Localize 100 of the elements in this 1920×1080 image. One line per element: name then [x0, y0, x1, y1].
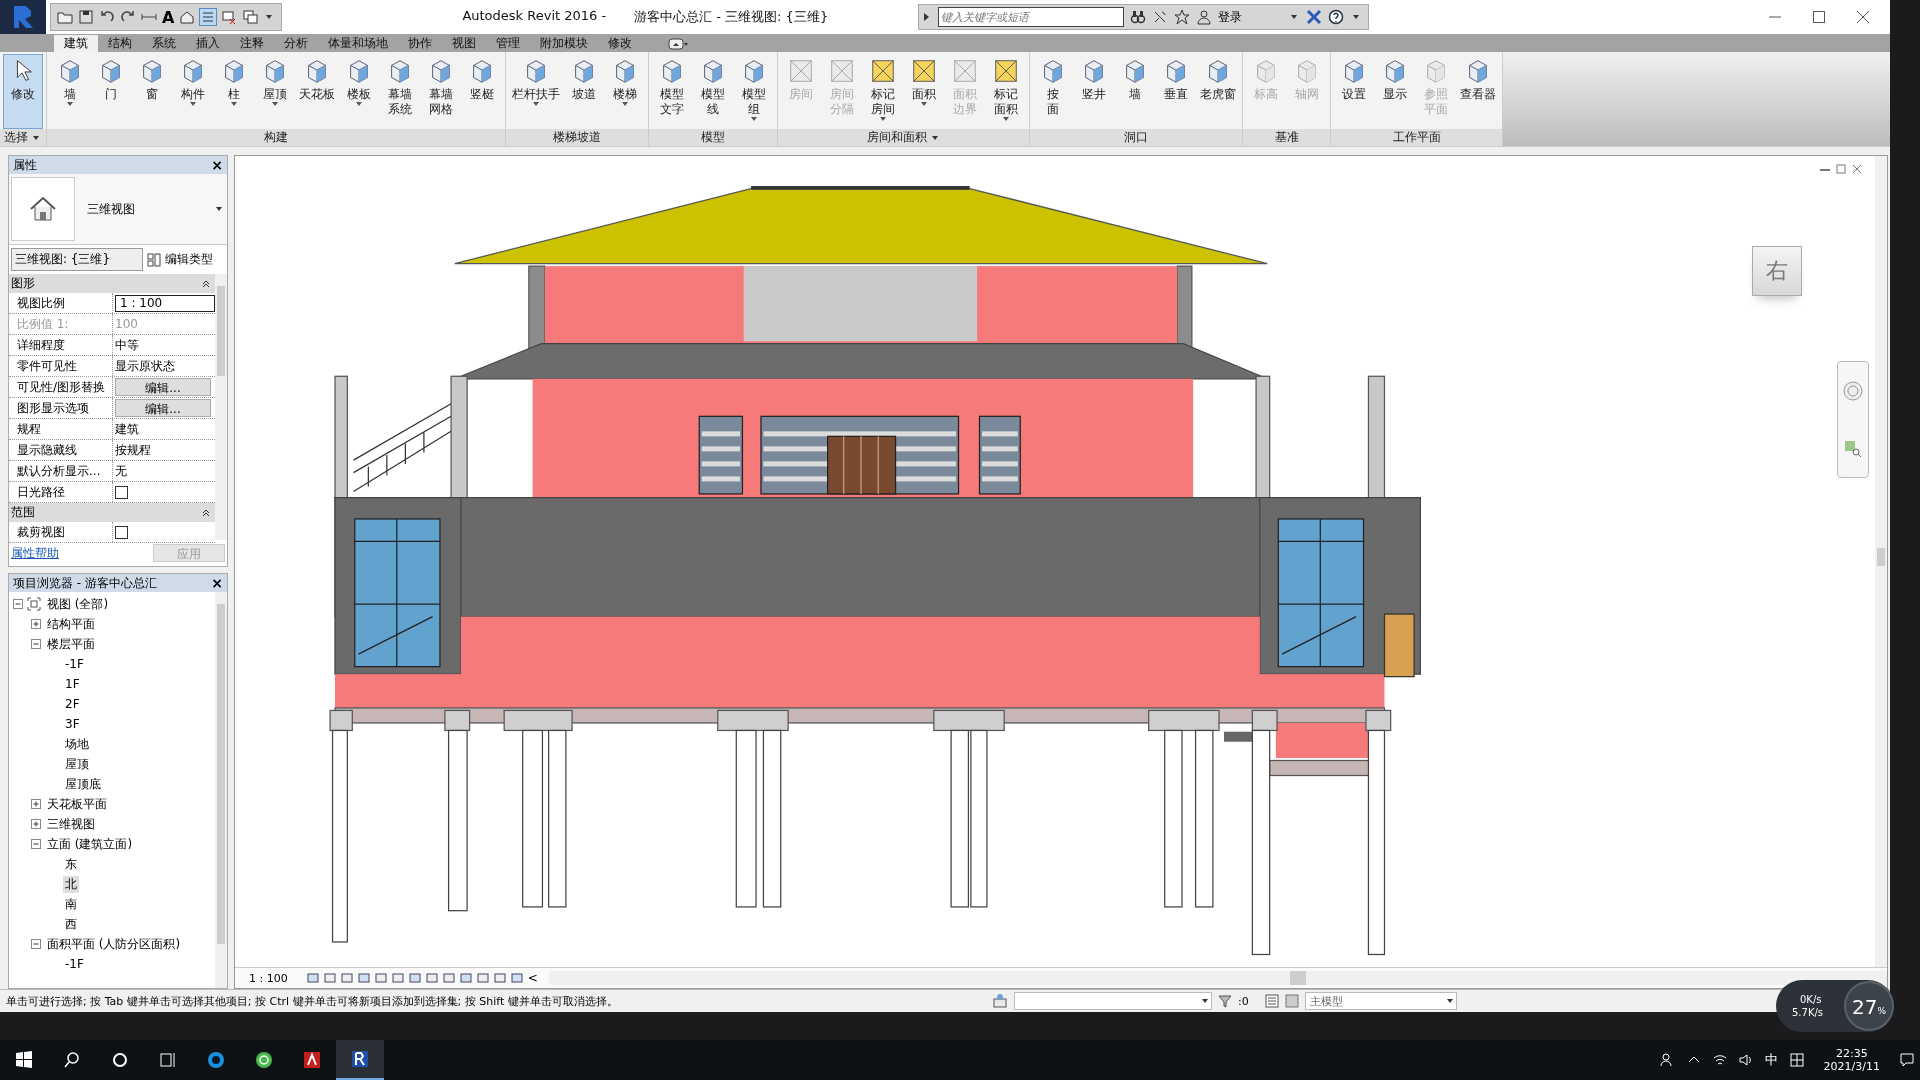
collapse-arrow[interactable]: <	[527, 971, 538, 985]
notification-icon[interactable]	[1899, 1052, 1915, 1068]
view-control-icon[interactable]	[323, 972, 336, 984]
ribbon-toggle-icon[interactable]	[666, 38, 690, 50]
exchange-icon[interactable]	[1306, 9, 1323, 25]
collapse-icon[interactable]	[201, 278, 211, 289]
ribbon-tool-button[interactable]: 门	[91, 54, 131, 129]
tree-item[interactable]: -1F	[63, 957, 86, 971]
ribbon-tab[interactable]: 系统	[142, 35, 186, 52]
view-control-icon[interactable]	[425, 972, 438, 984]
redo-icon[interactable]	[120, 9, 136, 25]
ribbon-tool-button[interactable]: 窗	[132, 54, 172, 129]
tree-item[interactable]: 场地	[63, 735, 91, 753]
folder-icon[interactable]	[57, 9, 73, 25]
type-selector[interactable]: 三维视图	[9, 174, 227, 245]
view-control-icon[interactable]	[493, 972, 506, 984]
zoom-icon[interactable]	[1843, 438, 1863, 459]
view-control-icon[interactable]	[510, 972, 523, 984]
task-view-icon[interactable]	[158, 1050, 178, 1070]
ribbon-tab[interactable]: 管理	[486, 35, 530, 52]
tree-item[interactable]: 屋顶	[63, 755, 91, 773]
tree-item[interactable]: 1F	[63, 677, 82, 691]
model-dropdown[interactable]: 主模型	[1304, 992, 1457, 1010]
filter-icon[interactable]	[1218, 994, 1232, 1008]
user-icon[interactable]	[1196, 9, 1213, 25]
ribbon-tool-button[interactable]: 修改	[3, 54, 43, 129]
expand-toggle[interactable]	[31, 799, 41, 809]
save-icon[interactable]	[78, 9, 94, 25]
maximize-icon[interactable]	[1812, 10, 1826, 24]
edit-type-button[interactable]: 编辑类型	[147, 251, 213, 268]
star-icon[interactable]	[1174, 9, 1191, 25]
ribbon-tool-button[interactable]: 标记 房间	[863, 54, 903, 129]
close-icon[interactable]	[1856, 10, 1870, 24]
expand-toggle[interactable]	[31, 839, 41, 849]
expand-toggle[interactable]	[31, 939, 41, 949]
help-link[interactable]: 属性帮助	[11, 544, 59, 562]
scrollbar[interactable]	[1875, 156, 1887, 967]
tree-item[interactable]: 面积平面 (人防分区面积)	[45, 935, 183, 953]
windows-logo-icon[interactable]	[14, 1050, 34, 1070]
caret-icon[interactable]	[266, 15, 273, 19]
caret-icon[interactable]	[33, 135, 39, 140]
ribbon-tab[interactable]: 结构	[98, 35, 142, 52]
close-button[interactable]: ×	[211, 157, 223, 173]
tree-item[interactable]: 3F	[63, 717, 82, 731]
ribbon-tool-button[interactable]: 墙	[1115, 54, 1155, 129]
ribbon-tool-button[interactable]: 老虎窗	[1197, 54, 1239, 129]
ribbon-tab[interactable]: 附加模块	[530, 35, 598, 52]
switch-windows-icon[interactable]	[242, 9, 259, 25]
browser-icon[interactable]	[206, 1050, 226, 1070]
tree-item[interactable]: 结构平面	[45, 615, 97, 633]
ribbon-tab[interactable]: 注释	[230, 35, 274, 52]
view-control-icon[interactable]	[459, 972, 472, 984]
taskbar-app-button[interactable]	[336, 1040, 384, 1080]
ring-app-icon[interactable]	[254, 1050, 274, 1070]
ribbon-tool-button[interactable]: 面积	[904, 54, 944, 129]
tree-item[interactable]: 三维视图	[45, 815, 97, 833]
ribbon-tab[interactable]: 视图	[442, 35, 486, 52]
scrollbar[interactable]	[215, 592, 227, 988]
ribbon-tool-button[interactable]: 竖梃	[462, 54, 502, 129]
ribbon-tool-button[interactable]: 模型 线	[693, 54, 733, 129]
ribbon-tab[interactable]: 协作	[398, 35, 442, 52]
login-link[interactable]: 登录	[1218, 8, 1243, 26]
view-cube[interactable]: 右	[1752, 246, 1802, 296]
caret-icon[interactable]	[1353, 15, 1360, 19]
view-control-icon[interactable]	[391, 972, 404, 984]
ribbon-tool-button[interactable]: 设置	[1334, 54, 1374, 129]
ribbon-tool-button[interactable]: 坡道	[564, 54, 604, 129]
tree-item[interactable]: -1F	[63, 657, 86, 671]
search-field[interactable]: 键入关键字或短语	[938, 7, 1125, 27]
scale-label[interactable]: 1 : 100	[249, 971, 288, 985]
search-icon[interactable]	[62, 1050, 82, 1070]
view-control-icon[interactable]	[408, 972, 421, 984]
instance-dropdown[interactable]: 三维视图: {三维}	[11, 248, 143, 271]
keyboard-grid-icon[interactable]	[1788, 1052, 1805, 1068]
clock[interactable]: 22:35 2021/3/11	[1823, 1047, 1880, 1073]
windows-icon[interactable]	[221, 9, 238, 25]
restore-icon[interactable]	[1835, 164, 1847, 174]
edit-button[interactable]: 编辑...	[115, 399, 211, 417]
ribbon-tool-button[interactable]: 构件	[173, 54, 213, 129]
tree-item[interactable]: 屋顶底	[63, 775, 103, 793]
ribbon-tool-button[interactable]: 标记 面积	[986, 54, 1026, 129]
ribbon-tool-button[interactable]: 幕墙 网格	[421, 54, 461, 129]
checkbox[interactable]	[115, 485, 128, 499]
binoculars-icon[interactable]	[1130, 9, 1147, 25]
undo-icon[interactable]	[99, 9, 115, 25]
expand-toggle[interactable]	[31, 619, 41, 629]
edit-button[interactable]: 编辑...	[115, 378, 211, 396]
text-tool[interactable]: A	[162, 7, 175, 27]
tree-item[interactable]: 视图 (全部)	[45, 595, 111, 613]
view-control-icon[interactable]	[340, 972, 353, 984]
view-control-icon[interactable]	[476, 972, 489, 984]
tree-item[interactable]: 楼层平面	[45, 635, 97, 653]
collapse-icon[interactable]	[201, 507, 211, 518]
ribbon-tool-button[interactable]: 柱	[214, 54, 254, 129]
ribbon-tab[interactable]: 建筑	[54, 35, 98, 52]
view-control-icon[interactable]	[357, 972, 370, 984]
thin-lines-icon[interactable]	[200, 9, 217, 25]
tree-item[interactable]: 北	[63, 875, 79, 893]
circle-icon[interactable]	[110, 1050, 130, 1070]
volume-icon[interactable]	[1737, 1052, 1754, 1068]
